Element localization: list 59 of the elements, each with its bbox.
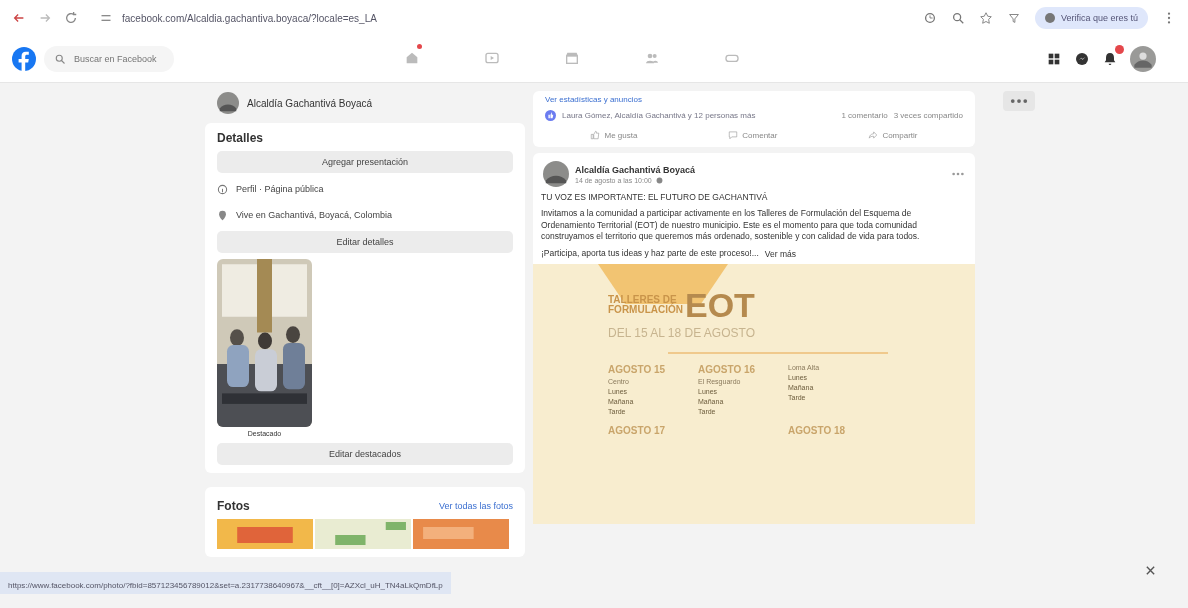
search-input[interactable]: Buscar en Facebook — [72, 53, 171, 65]
thumbs-up-icon — [590, 130, 601, 140]
card-title: Fotos — [217, 499, 250, 513]
poster-dates: DEL 15 AL 18 DE AGOSTO — [608, 326, 756, 341]
reaction-names[interactable]: Laura Gómez, Alcaldía Gachantivá y 12 personas más — [562, 111, 756, 120]
info-icon — [217, 183, 228, 195]
day-heading: AGOSTO 18 — [788, 425, 847, 437]
add-bio-button[interactable]: Agregar presentación — [217, 151, 513, 173]
back-icon[interactable] — [12, 11, 26, 25]
reload-icon[interactable] — [64, 11, 78, 25]
post-headline: TU VOZ ES IMPORTANTE: EL FUTURO DE GACHANTIVÁ — [540, 192, 769, 204]
avatar-icon[interactable] — [217, 92, 239, 114]
comment-button[interactable]: Comentar — [720, 127, 786, 143]
share-arrow-icon — [868, 130, 879, 140]
search-field[interactable]: Buscar en Facebook — [44, 46, 174, 72]
share-button[interactable]: Compartir — [860, 127, 926, 143]
edit-featured-button[interactable]: Editar destacados — [217, 443, 513, 465]
card-title: Detalles — [217, 131, 265, 145]
bell-icon[interactable] — [1102, 51, 1118, 67]
edit-details-button[interactable]: Editar detalles — [217, 231, 513, 253]
poster-heading: EOT — [685, 288, 755, 323]
zoom-icon[interactable] — [950, 11, 965, 25]
page-name[interactable]: Alcaldía Gachantivá Boyacá — [247, 97, 373, 109]
pin-icon — [217, 209, 228, 221]
day-heading: AGOSTO 15 — [608, 364, 667, 376]
star-icon[interactable] — [978, 11, 993, 25]
insights-link[interactable]: Ver estadísticas y anuncios — [545, 95, 963, 104]
profile-button[interactable]: Verifica que eres tú — [1034, 7, 1148, 29]
messenger-icon[interactable] — [1074, 51, 1090, 67]
day-heading: AGOSTO 17 — [608, 425, 667, 437]
more-icon[interactable] — [951, 171, 965, 177]
close-icon[interactable] — [1145, 565, 1156, 576]
speech-bubble-icon — [728, 130, 739, 140]
see-more-link[interactable]: Ver más — [764, 248, 796, 259]
extensions-icon[interactable] — [1006, 11, 1021, 25]
globe-icon — [655, 176, 663, 184]
post-text: Invitamos a la comunidad a participar activamente en los Talleres de Formulación del Esquema de Ordenamiento Territorial (EOT) de nuestro municipio. Este es el momento para que toda comunidad construyamos el territorio que queremos más ordenado, sostenible y con calidad de vida para todos. — [540, 208, 921, 243]
day-heading: AGOSTO 16 — [698, 364, 757, 376]
avatar-icon[interactable] — [1130, 46, 1156, 72]
link-url: https://www.facebook.com/photo/?fbid=857123456789012&set=a.2317738640967&__cft__[0]=AZXcl_uH_TN4aLkQmDfLp — [8, 581, 443, 590]
url-text: facebook.com/Alcaldia.gachantiva.boyaca/?locale=es_LA — [122, 12, 377, 24]
share-count[interactable]: 3 veces compartido — [893, 111, 963, 120]
comment-count[interactable]: 1 comentario — [841, 111, 888, 120]
poster-title: FORMULACIÓN — [608, 305, 683, 316]
detail-text: Perfil · Página pública — [236, 184, 324, 194]
tune-icon[interactable] — [100, 12, 112, 24]
history-icon[interactable] — [922, 11, 937, 25]
avatar-icon[interactable] — [543, 161, 569, 187]
like-button[interactable]: Me gusta — [582, 127, 646, 143]
more-icon[interactable] — [1003, 91, 1035, 111]
address-bar[interactable]: facebook.com/Alcaldia.gachantiva.boyaca/?locale=es_LA — [90, 5, 890, 31]
detail-text: Vive en Gachantivá, Boyacá, Colombia — [236, 210, 392, 220]
search-icon — [54, 53, 66, 65]
like-reaction-icon — [545, 110, 556, 121]
author-name[interactable]: Alcaldía Gachantivá Boyacá — [575, 164, 696, 175]
post-text: ¡Participa, aporta tus ideas y haz parte de este proceso!... — [540, 247, 759, 260]
see-all-photos-link[interactable]: Ver todas las fotos — [438, 501, 513, 511]
logo-icon[interactable] — [12, 47, 36, 71]
grid-icon[interactable] — [1046, 51, 1062, 67]
